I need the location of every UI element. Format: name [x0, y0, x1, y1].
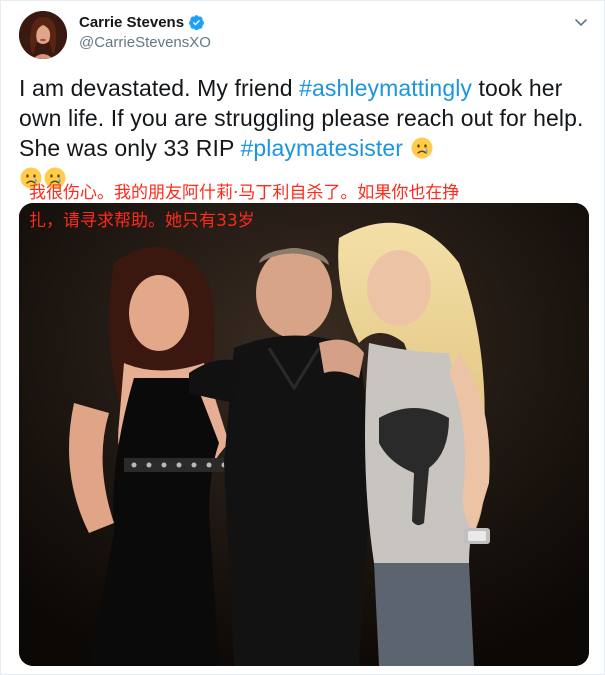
author-display-name[interactable]: Carrie Stevens [79, 14, 184, 31]
hashtag-link[interactable]: #playmatesister [240, 135, 403, 161]
avatar[interactable] [19, 11, 67, 59]
tweet-text: I am devastated. My friend #ashleymattin… [19, 73, 589, 193]
hashtag-link[interactable]: #ashleymattingly [299, 75, 472, 101]
caption-line-1: 我很伤心。我的朋友阿什莉·马丁利自杀了。如果你也在挣 [29, 183, 460, 203]
tweet-card[interactable]: Carrie Stevens @CarrieStevensXO I am dev… [0, 0, 605, 675]
tweet-text-part: I am devastated. My friend [19, 75, 300, 101]
crying-face-emoji-icon [410, 136, 434, 160]
tweet-photo[interactable] [19, 203, 589, 666]
caption-line-2: 扎，请寻求帮助。她只有33岁 [29, 211, 255, 231]
chinese-translation-caption: 我很伤心。我的朋友阿什莉·马丁利自杀了。如果你也在挣 扎，请寻求帮助。她只有33… [29, 179, 589, 235]
author-name-row[interactable]: Carrie Stevens [79, 14, 205, 31]
author-handle[interactable]: @CarrieStevensXO [79, 34, 211, 51]
verified-badge-icon [188, 14, 205, 31]
chevron-down-icon[interactable] [572, 13, 590, 31]
